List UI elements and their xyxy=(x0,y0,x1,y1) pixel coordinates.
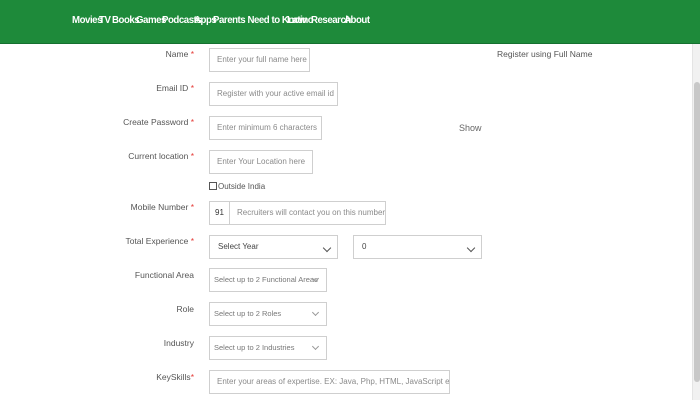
country-code-box: 91 xyxy=(209,201,229,225)
page-scrollbar[interactable] xyxy=(692,44,700,400)
functional-area-label: Functional Area xyxy=(134,270,194,280)
name-input[interactable]: Enter your full name here xyxy=(209,48,310,72)
chevron-down-icon xyxy=(466,243,476,253)
outside-india-checkbox-row[interactable]: Outside India xyxy=(209,180,265,192)
password-label: Create Password * xyxy=(123,117,194,127)
chevron-down-icon xyxy=(311,308,320,317)
top-navigation-bar: Movies TV Books Games Podcasts Apps Pare… xyxy=(0,0,700,44)
keyskills-input[interactable]: Enter your areas of expertise. EX: Java,… xyxy=(209,370,450,394)
mobile-number-input[interactable]: Recruiters will contact you on this numb… xyxy=(229,201,386,225)
role-select[interactable]: Select up to 2 Roles xyxy=(209,302,327,326)
experience-label: Total Experience * xyxy=(125,236,194,246)
keyskills-label: KeySkills* xyxy=(156,372,194,382)
nav-item-movies[interactable]: Movies xyxy=(72,13,102,27)
name-label: Name * xyxy=(165,49,194,59)
email-label: Email ID * xyxy=(156,83,194,93)
scrollbar-thumb[interactable] xyxy=(694,82,700,382)
experience-year-select[interactable]: Select Year xyxy=(209,235,338,259)
industry-placeholder: Select up to 2 Industries xyxy=(214,343,295,352)
nav-item-tv[interactable]: TV xyxy=(99,13,111,27)
role-placeholder: Select up to 2 Roles xyxy=(214,309,282,318)
location-label: Current location * xyxy=(128,151,194,161)
chevron-down-icon xyxy=(311,342,320,351)
show-password-button[interactable]: Show xyxy=(459,123,482,133)
experience-year-value: Select Year xyxy=(218,242,259,251)
nav-item-latino[interactable]: Latino xyxy=(287,13,314,27)
functional-area-placeholder: Select up to 2 Functional Areas xyxy=(214,275,318,284)
email-input[interactable]: Register with your active email id xyxy=(209,82,338,106)
industry-select[interactable]: Select up to 2 Industries xyxy=(209,336,327,360)
industry-label: Industry xyxy=(163,338,194,348)
experience-month-value: 0 xyxy=(362,242,367,251)
name-hint: Register using Full Name xyxy=(497,49,593,59)
outside-india-label: Outside India xyxy=(218,181,266,191)
role-label: Role xyxy=(176,304,194,314)
functional-area-select[interactable]: Select up to 2 Functional Areas xyxy=(209,268,327,292)
password-input[interactable]: Enter minimum 6 characters xyxy=(209,116,322,140)
experience-month-select[interactable]: 0 xyxy=(353,235,482,259)
nav-item-about[interactable]: About xyxy=(344,13,370,27)
location-input[interactable]: Enter Your Location here xyxy=(209,150,313,174)
chevron-down-icon xyxy=(322,243,332,253)
outside-india-checkbox[interactable] xyxy=(209,182,217,190)
mobile-label: Mobile Number * xyxy=(130,202,194,212)
